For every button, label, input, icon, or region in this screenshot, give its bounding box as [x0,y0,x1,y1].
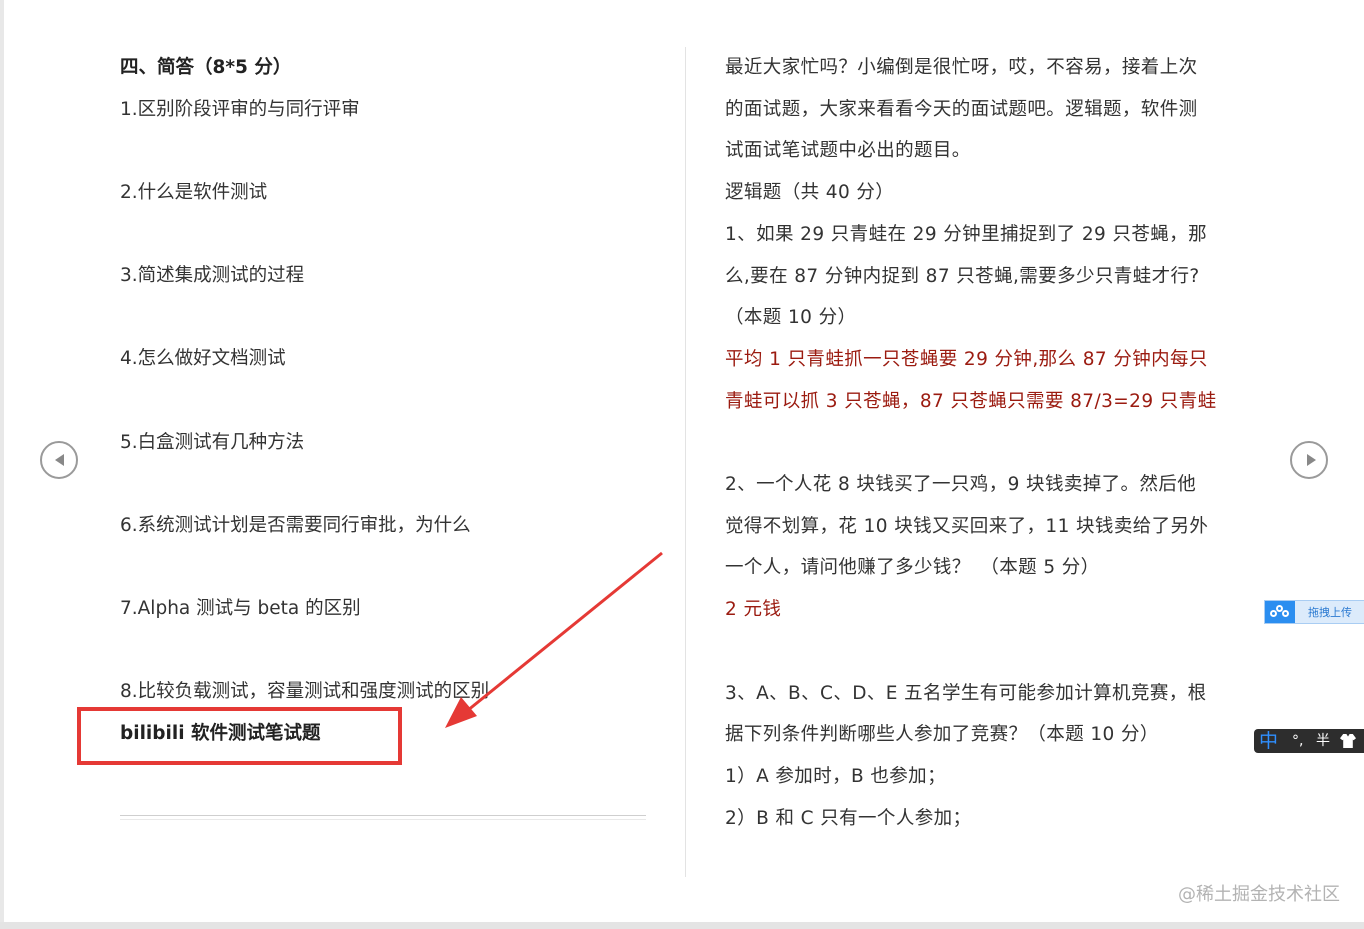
next-page-button[interactable] [1290,441,1328,479]
chevron-right-icon [1307,454,1316,466]
section-title: 逻辑题（共 40 分） [725,182,895,203]
question-line: 么,要在 87 分钟内捉到 87 只苍蝇,需要多少只青蛙才行? [725,265,1200,287]
condition-line: 1）A 参加时，B 也参加； [725,765,946,787]
question-line: 2、一个人花 8 块钱买了一只鸡，9 块钱卖掉了。然后他 [725,474,1197,495]
ime-width-toggle[interactable]: 半 [1316,729,1330,753]
condition-line: 2）B 和 C 只有一个人参加； [725,807,972,829]
question-item: 2.什么是软件测试 [120,182,268,203]
bottom-edge [0,922,1364,929]
tshirt-icon[interactable] [1340,734,1356,748]
ime-toolbar[interactable]: 中 °, 半 [1254,729,1364,753]
highlight-box [77,707,402,765]
question-line: （本题 10 分） [725,307,857,328]
answer-line: 2 元钱 [725,599,782,620]
question-line: 据下列条件判断哪些人参加了竞赛？（本题 10 分） [725,724,1159,746]
question-item: 7.Alpha 测试与 beta 的区别 [120,598,361,619]
answer-line: 平均 1 只青蛙抓一只苍蝇要 29 分钟,那么 87 分钟内每只 [725,348,1208,370]
column-divider [685,47,686,877]
answer-line: 青蛙可以抓 3 只苍蝇，87 只苍蝇只需要 87/3=29 只青蛙 [725,390,1217,412]
question-item: 1.区别阶段评审的与同行评审 [120,98,360,120]
paragraph-line: 的面试题，大家来看看今天的面试题吧。逻辑题，软件测 [725,98,1198,120]
question-line: 3、A、B、C、D、E 五名学生有可能参加计算机竞赛，根 [725,682,1207,704]
paragraph-line: 最近大家忙吗？小编倒是很忙呀，哎，不容易，接着上次 [725,57,1198,78]
horizontal-rule [120,815,646,820]
ime-punctuation-toggle[interactable]: °, [1292,729,1303,753]
watermark: @稀土掘金技术社区 [1178,884,1340,905]
ime-language-toggle[interactable]: 中 [1259,729,1278,753]
drag-upload-widget[interactable]: 拖拽上传 [1264,600,1364,624]
chevron-left-icon [55,454,64,466]
question-item: 6.系统测试计划是否需要同行审批，为什么 [120,515,471,536]
upload-label: 拖拽上传 [1308,606,1352,619]
question-line: 觉得不划算，花 10 块钱又买回来了，11 块钱卖给了另外 [725,515,1209,537]
cloud-upload-icon [1265,601,1295,623]
question-item: 3.简述集成测试的过程 [120,265,305,286]
question-line: 一个人，请问他赚了多少钱？ （本题 5 分） [725,557,1100,579]
prev-page-button[interactable] [40,441,78,479]
question-line: 1、如果 29 只青蛙在 29 分钟里捕捉到了 29 只苍蝇，那 [725,223,1207,245]
question-item: 4.怎么做好文档测试 [120,348,286,369]
left-edge [0,0,4,929]
paragraph-line: 试面试笔试题中必出的题目。 [725,140,971,162]
section-heading: 四、简答（8*5 分） [120,57,292,78]
question-item: 5.白盒测试有几种方法 [120,432,305,453]
